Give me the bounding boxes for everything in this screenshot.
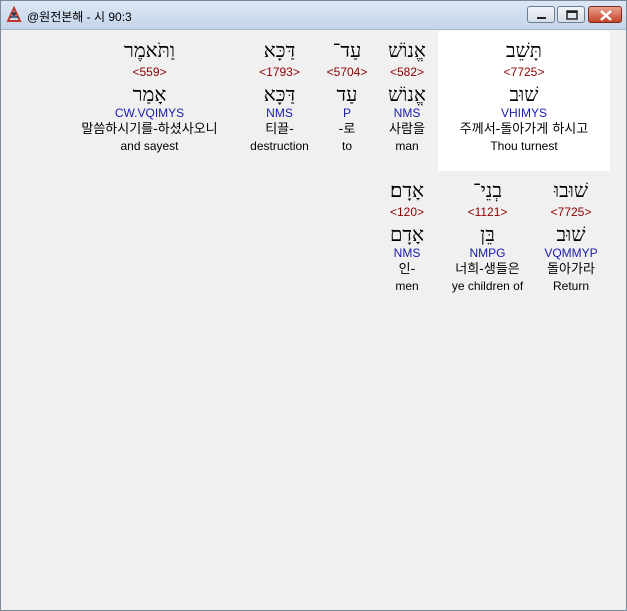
strongs-number[interactable]: <582> — [377, 65, 437, 79]
maximize-button[interactable] — [557, 6, 585, 23]
english-gloss: Thou turnest — [490, 139, 558, 153]
word-cell[interactable]: וַתֹּאמֶר <559> אָמַר CW.VQIMYS 말씀하시기를-하… — [57, 31, 242, 171]
hebrew-lemma: אֱנוֹשׁ — [388, 82, 426, 106]
word-cell[interactable]: בְנֵי־ <1121> בֵּן NMPG 너희-생들은 ye childr… — [443, 173, 532, 313]
korean-gloss: 인- — [398, 262, 416, 277]
hebrew-lemma: אָדָם — [389, 222, 425, 246]
strongs-number[interactable]: <7725> — [532, 205, 610, 219]
close-button[interactable] — [588, 6, 622, 23]
hebrew-lemma: בֵּן — [480, 222, 495, 246]
minimize-icon — [537, 17, 546, 19]
word-cell[interactable]: שׁוּבוּ <7725> שׁוּב VQMMYP 돌아가라 Return — [532, 173, 610, 313]
korean-gloss: 주께서-돌아가게 하시고 — [459, 122, 589, 137]
hebrew-lemma: דַּכָּא — [263, 82, 296, 106]
strongs-number[interactable]: <1121> — [443, 205, 532, 219]
hebrew-word: אֱנוֹשׁ — [388, 38, 426, 62]
word-cell[interactable]: דַּכָּא <1793> דַּכָּא NMS 티끌- destructi… — [242, 31, 317, 171]
strongs-number[interactable]: <7725> — [438, 65, 610, 79]
strongs-number[interactable]: <5704> — [317, 65, 377, 79]
title-bar[interactable]: @원전본해 - 시 90:3 — [1, 1, 626, 30]
korean-gloss: 돌아가라 — [547, 262, 595, 277]
english-gloss: men — [395, 279, 419, 293]
window-title: @원전본해 - 시 90:3 — [27, 10, 132, 24]
word-cell[interactable]: אָדָם׃ <120> אָדָם NMS 인- men — [377, 173, 437, 313]
korean-gloss: 티끌- — [265, 122, 294, 137]
close-icon — [600, 10, 612, 21]
korean-gloss: 사람을 — [389, 122, 425, 137]
korean-gloss: 너희-생들은 — [455, 262, 520, 277]
english-gloss: to — [341, 139, 352, 153]
english-gloss: and sayest — [120, 139, 179, 153]
strongs-number[interactable]: <559> — [57, 65, 242, 79]
morphology-code[interactable]: NMPG — [443, 246, 532, 260]
hebrew-word: עַד־ — [332, 38, 362, 62]
hebrew-word: אָדָם׃ — [389, 178, 425, 202]
word-cell[interactable]: אֱנוֹשׁ <582> אֱנוֹשׁ NMS 사람을 man — [377, 31, 437, 171]
word-cell[interactable]: עַד־ <5704> עַד P -로 to — [317, 31, 377, 171]
morphology-code[interactable]: NMS — [377, 246, 437, 260]
morphology-code[interactable]: NMS — [242, 106, 317, 120]
korean-gloss: 말씀하시기를-하셨사오니 — [81, 122, 218, 137]
interlinear-content: תָּשֵׁב <7725> שׁוּב VHIMYS 주께서-돌아가게 하시고… — [5, 31, 622, 606]
hebrew-lemma: עַד — [336, 82, 358, 106]
hebrew-lemma: שׁוּב — [556, 222, 586, 246]
morphology-code[interactable]: VQMMYP — [532, 246, 610, 260]
strongs-number[interactable]: <120> — [377, 205, 437, 219]
hebrew-word: תָּשֵׁב — [506, 38, 542, 62]
app-logo-icon — [6, 6, 22, 22]
english-gloss: destruction — [250, 139, 309, 153]
minimize-button[interactable] — [527, 6, 555, 23]
strongs-number[interactable]: <1793> — [242, 65, 317, 79]
hebrew-word: דַּכָּא — [263, 38, 296, 62]
morphology-code[interactable]: VHIMYS — [438, 106, 610, 120]
morphology-code[interactable]: P — [317, 106, 377, 120]
korean-gloss: -로 — [338, 122, 356, 137]
hebrew-word: וַתֹּאמֶר — [124, 38, 175, 62]
maximize-icon — [566, 10, 578, 20]
hebrew-lemma: שׁוּב — [509, 82, 539, 106]
word-cell[interactable]: תָּשֵׁב <7725> שׁוּב VHIMYS 주께서-돌아가게 하시고… — [438, 31, 610, 171]
morphology-code[interactable]: CW.VQIMYS — [57, 106, 242, 120]
hebrew-word: בְנֵי־ — [472, 178, 503, 202]
morphology-code[interactable]: NMS — [377, 106, 437, 120]
hebrew-word: שׁוּבוּ — [553, 178, 589, 202]
app-window: @원전본해 - 시 90:3 תָּשֵׁב <7725> שׁוּב VHIM… — [0, 0, 627, 611]
hebrew-lemma: אָמַר — [132, 82, 167, 106]
english-gloss: man — [395, 139, 419, 153]
english-gloss: ye children of — [451, 279, 524, 293]
english-gloss: Return — [552, 279, 590, 293]
